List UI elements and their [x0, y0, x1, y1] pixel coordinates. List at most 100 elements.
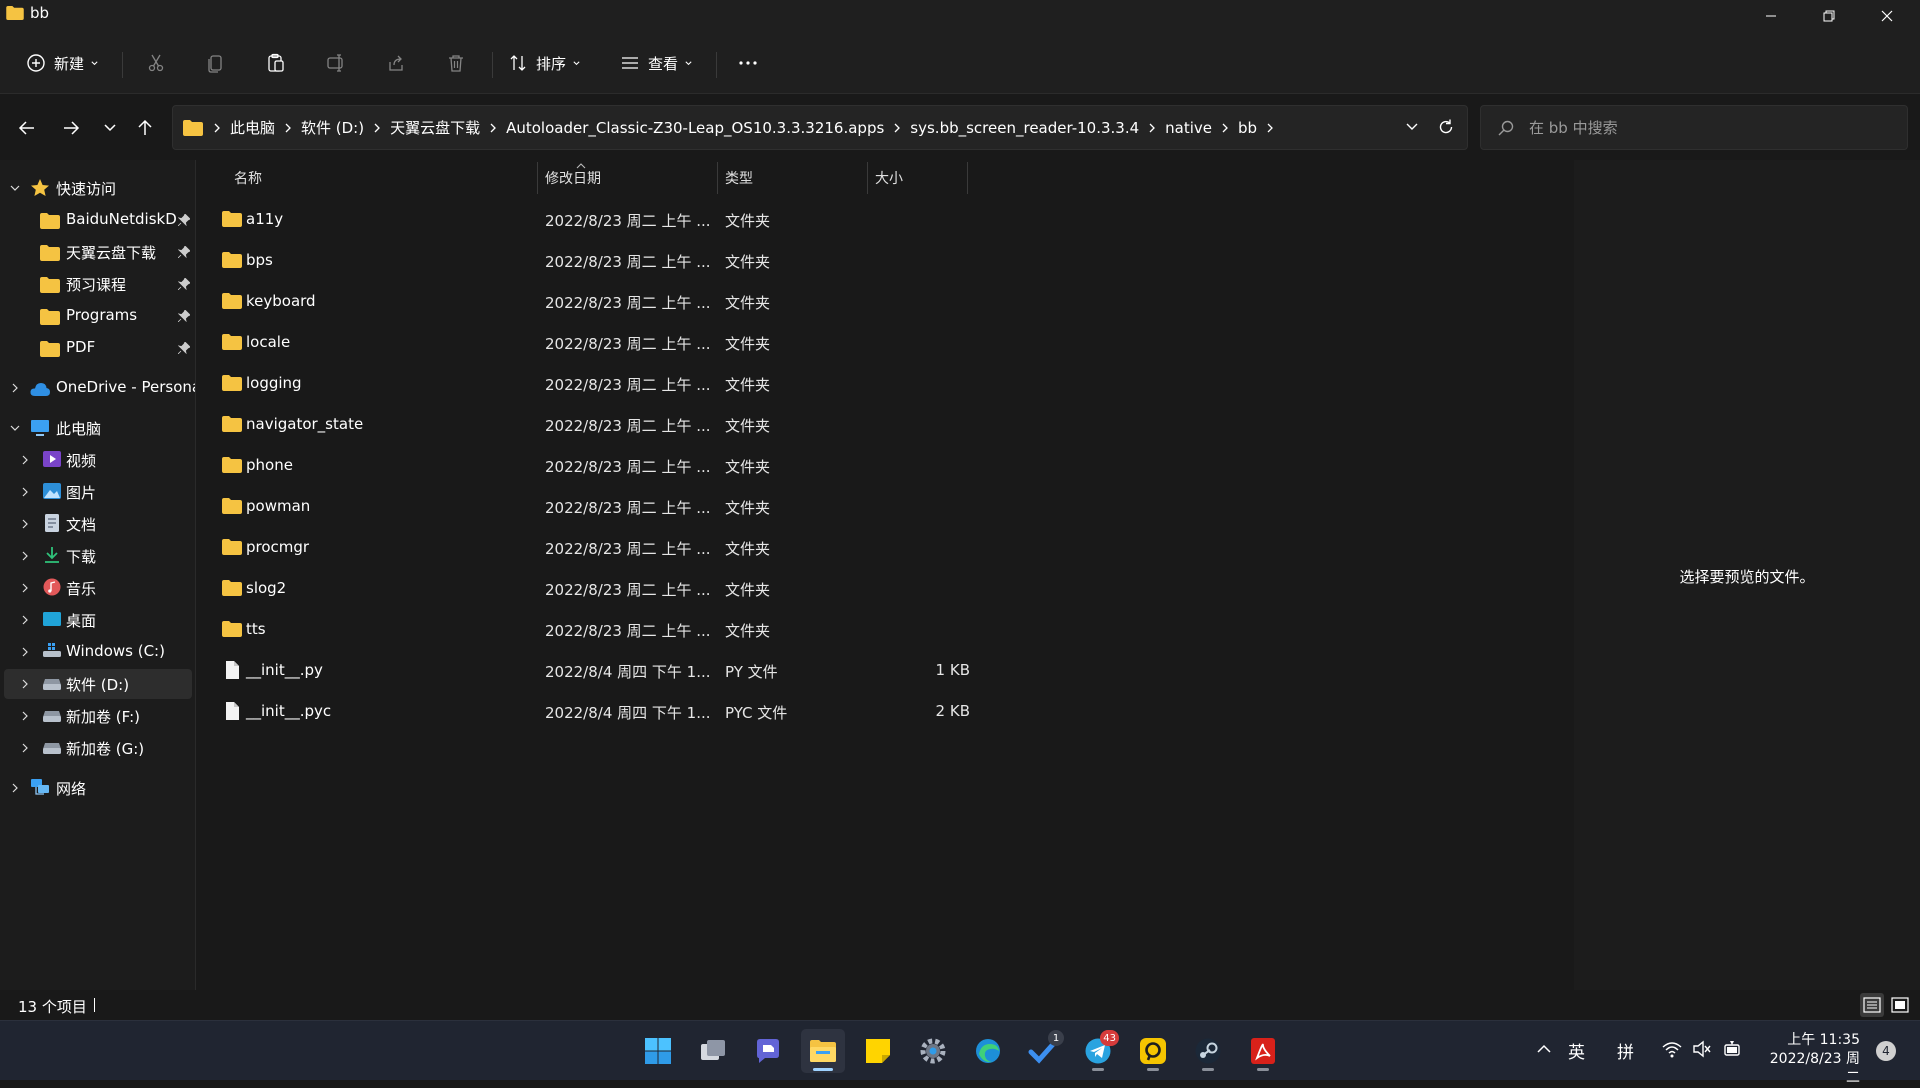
input-language[interactable]: 英: [1568, 1038, 1585, 1063]
sidebar-item-pictures[interactable]: 图片: [4, 477, 192, 507]
sidebar-item-drive-g[interactable]: 新加卷 (G:): [4, 733, 192, 763]
sidebar-item-baidunetdisk[interactable]: BaiduNetdiskD: [4, 205, 192, 235]
breadcrumb-this-pc[interactable]: 此电脑: [230, 117, 275, 138]
breadcrumb-native[interactable]: native: [1165, 119, 1212, 137]
new-button[interactable]: 新建: [26, 46, 99, 80]
file-row[interactable]: a11y 2022/8/23 周二 上午 ... 文件夹: [212, 200, 982, 240]
file-type: 文件夹: [725, 458, 771, 476]
taskbar-app-file-explorer[interactable]: [801, 1029, 845, 1073]
recent-locations-button[interactable]: [96, 114, 124, 142]
forward-button[interactable]: [57, 114, 85, 142]
taskbar-app-acrobat[interactable]: [1241, 1029, 1285, 1073]
column-divider[interactable]: [867, 162, 868, 194]
file-date: 2022/8/4 周四 下午 1...: [545, 704, 711, 722]
sidebar-item-programs[interactable]: Programs: [4, 301, 192, 331]
sidebar-item-videos[interactable]: 视频: [4, 445, 192, 475]
copy-button[interactable]: [206, 46, 226, 80]
file-row[interactable]: procmgr 2022/8/23 周二 上午 ... 文件夹: [212, 528, 982, 568]
tray-overflow-button[interactable]: [1534, 1039, 1554, 1064]
column-divider[interactable]: [967, 162, 968, 194]
file-type: 文件夹: [725, 335, 771, 353]
file-row[interactable]: keyboard 2022/8/23 周二 上午 ... 文件夹: [212, 282, 982, 322]
breadcrumb-drive-d[interactable]: 软件 (D:): [301, 117, 364, 138]
file-date: 2022/8/23 周二 上午 ...: [545, 540, 711, 558]
file-row[interactable]: slog2 2022/8/23 周二 上午 ... 文件夹: [212, 569, 982, 609]
column-header-size[interactable]: 大小: [875, 168, 903, 188]
sidebar-item-documents[interactable]: 文档: [4, 509, 192, 539]
column-header-name[interactable]: 名称: [234, 168, 262, 188]
file-row[interactable]: navigator_state 2022/8/23 周二 上午 ... 文件夹: [212, 405, 982, 445]
refresh-icon[interactable]: [1437, 118, 1455, 136]
sidebar-item-preview-course[interactable]: 预习课程: [4, 269, 192, 299]
search-box[interactable]: [1480, 105, 1908, 150]
share-button[interactable]: [386, 46, 406, 80]
sidebar-item-music[interactable]: 音乐: [4, 573, 192, 603]
address-bar[interactable]: 此电脑 软件 (D:) 天翼云盘下载 Autoloader_Classic-Z3…: [172, 105, 1468, 150]
rename-button[interactable]: [326, 46, 346, 80]
input-method[interactable]: 拼: [1617, 1038, 1634, 1063]
wifi-button[interactable]: [1662, 1039, 1682, 1064]
file-row[interactable]: powman 2022/8/23 周二 上午 ... 文件夹: [212, 487, 982, 527]
sidebar-item-this-pc[interactable]: 此电脑: [4, 413, 192, 443]
sidebar-item-onedrive[interactable]: OneDrive - Persona: [4, 373, 195, 403]
sidebar-item-drive-d[interactable]: 软件 (D:): [4, 669, 192, 699]
address-history-icon[interactable]: [1403, 118, 1421, 136]
sidebar-item-pdf[interactable]: PDF: [4, 333, 192, 363]
close-icon: [1881, 10, 1893, 22]
taskbar-app-settings[interactable]: [911, 1029, 955, 1073]
sidebar-item-drive-f[interactable]: 新加卷 (F:): [4, 701, 192, 731]
up-button[interactable]: [131, 114, 159, 142]
battery-button[interactable]: [1722, 1039, 1742, 1064]
notification-badge[interactable]: 4: [1876, 1041, 1896, 1061]
breadcrumb-bb[interactable]: bb: [1238, 119, 1257, 137]
clock[interactable]: 上午 11:35 2022/8/23 周二: [1762, 1031, 1860, 1088]
file-row[interactable]: locale 2022/8/23 周二 上午 ... 文件夹: [212, 323, 982, 363]
taskbar-app-sticky-notes[interactable]: [856, 1029, 900, 1073]
sidebar-item-drive-c[interactable]: Windows (C:): [4, 637, 192, 667]
new-label: 新建: [54, 54, 85, 73]
sort-button[interactable]: 排序: [508, 46, 581, 80]
taskbar-app-edge[interactable]: [966, 1029, 1010, 1073]
taskbar-app-todo[interactable]: 1: [1021, 1029, 1065, 1073]
sidebar-item-network[interactable]: 网络: [4, 773, 192, 803]
sidebar-item-quick-access[interactable]: 快速访问: [4, 173, 192, 203]
sidebar-item-desktop[interactable]: 桌面: [4, 605, 192, 635]
taskbar-app-steam[interactable]: [1186, 1029, 1230, 1073]
search-icon: [1498, 120, 1514, 136]
large-icons-view-button[interactable]: [1888, 993, 1912, 1017]
file-date: 2022/8/23 周二 上午 ...: [545, 499, 711, 517]
cut-button[interactable]: [146, 46, 166, 80]
column-divider[interactable]: [537, 162, 538, 194]
taskbar-app-telegram[interactable]: 43: [1076, 1029, 1120, 1073]
sidebar-item-tianyi-download[interactable]: 天翼云盘下载: [4, 237, 192, 267]
restore-button[interactable]: [1800, 0, 1858, 32]
more-button[interactable]: [738, 46, 758, 80]
file-row[interactable]: bps 2022/8/23 周二 上午 ... 文件夹: [212, 241, 982, 281]
close-button[interactable]: [1858, 0, 1916, 32]
search-input[interactable]: [1529, 114, 1889, 142]
file-row[interactable]: logging 2022/8/23 周二 上午 ... 文件夹: [212, 364, 982, 404]
taskbar-app-search-helper[interactable]: [1131, 1029, 1175, 1073]
sidebar-item-downloads[interactable]: 下载: [4, 541, 192, 571]
file-row[interactable]: __init__.pyc 2022/8/4 周四 下午 1... PYC 文件 2 K…: [212, 692, 982, 732]
back-button[interactable]: [13, 114, 41, 142]
view-button[interactable]: 查看: [620, 46, 693, 80]
breadcrumb-cloud-download[interactable]: 天翼云盘下载: [390, 117, 480, 138]
file-row[interactable]: __init__.py 2022/8/4 周四 下午 1... PY 文件 1 KB: [212, 651, 982, 691]
task-view-button[interactable]: [691, 1029, 735, 1073]
paste-button[interactable]: [266, 46, 286, 80]
file-row[interactable]: tts 2022/8/23 周二 上午 ... 文件夹: [212, 610, 982, 650]
delete-button[interactable]: [446, 46, 466, 80]
column-header-type[interactable]: 类型: [725, 168, 753, 188]
drive-icon: [43, 743, 61, 754]
breadcrumb-autoloader[interactable]: Autoloader_Classic-Z30-Leap_OS10.3.3.321…: [506, 119, 884, 137]
column-header-date[interactable]: 修改日期: [545, 168, 601, 188]
details-view-button[interactable]: [1860, 993, 1884, 1017]
file-row[interactable]: phone 2022/8/23 周二 上午 ... 文件夹: [212, 446, 982, 486]
column-divider[interactable]: [717, 162, 718, 194]
start-button[interactable]: [636, 1029, 680, 1073]
breadcrumb-screen-reader[interactable]: sys.bb_screen_reader-10.3.3.4: [910, 119, 1139, 137]
minimize-button[interactable]: [1742, 0, 1800, 32]
taskbar-app-teams-chat[interactable]: [746, 1029, 790, 1073]
volume-button[interactable]: [1692, 1039, 1712, 1064]
